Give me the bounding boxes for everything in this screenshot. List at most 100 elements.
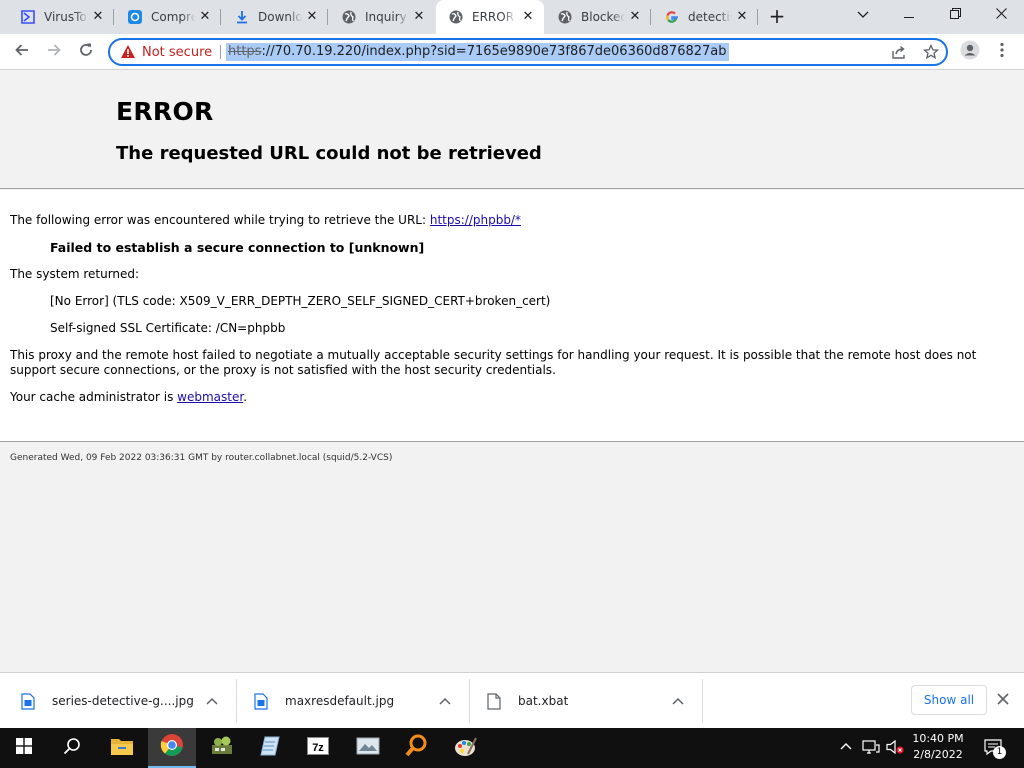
start-button[interactable] [0, 728, 48, 768]
tab-title: ERROR: [472, 10, 516, 24]
close-tab-icon[interactable]: ✕ [304, 9, 320, 25]
chevron-up-icon[interactable] [206, 695, 218, 708]
address-divider [220, 45, 221, 59]
tab-downloads[interactable]: Downlo ✕ [222, 0, 328, 34]
profile-button[interactable] [956, 38, 984, 66]
error-title-block: ERROR The requested URL could not be ret… [0, 71, 1024, 189]
tab-title: Inquiry [365, 10, 407, 24]
forward-button[interactable] [40, 38, 68, 66]
intro-text: The following error was encountered whil… [10, 213, 430, 227]
system-error-text: [No Error] (TLS code: X509_V_ERR_DEPTH_Z… [50, 294, 551, 308]
close-tab-icon[interactable]: ✕ [520, 9, 536, 25]
reload-button[interactable] [72, 38, 100, 66]
close-icon [997, 690, 1009, 709]
tab-separator [327, 9, 328, 25]
tab-separator [220, 9, 221, 25]
chevron-up-icon[interactable] [840, 739, 852, 753]
new-tab-button[interactable]: + [766, 6, 788, 28]
svg-text:7z: 7z [312, 742, 324, 754]
notification-count-badge: 1 [993, 746, 1006, 759]
close-tab-icon[interactable]: ✕ [197, 9, 213, 25]
download-filename: maxresdefault.jpg [285, 694, 395, 708]
restore-icon [949, 7, 961, 23]
download-filename: bat.xbat [518, 694, 569, 708]
page-subtitle: The requested URL could not be retrieved [116, 143, 542, 164]
volume-muted-icon[interactable] [886, 739, 904, 758]
menu-button[interactable] [988, 38, 1016, 66]
admin-suffix: . [243, 390, 248, 404]
notification-center-button[interactable]: 1 [984, 738, 1006, 759]
tab-search-button[interactable] [840, 0, 886, 30]
bookmark-star-icon[interactable] [922, 43, 940, 62]
share-icon[interactable] [890, 44, 908, 62]
windows-taskbar: 7z 10:40 PM 2/8/2022 1 [0, 728, 1024, 768]
close-icon [995, 7, 1007, 23]
taskbar-paint[interactable] [442, 728, 490, 768]
search-icon [63, 737, 81, 759]
tab-inquiry[interactable]: Inquiry ✕ [329, 0, 435, 34]
shield-icon [127, 9, 143, 25]
tab-compre[interactable]: Compre ✕ [115, 0, 221, 34]
arrow-right-icon [46, 42, 62, 63]
admin-text: Your cache administrator is [10, 390, 178, 404]
close-window-button[interactable] [978, 0, 1024, 30]
intro-paragraph: The following error was encountered whil… [10, 213, 521, 227]
network-tool-icon [210, 735, 234, 761]
minimize-button[interactable] [886, 0, 932, 30]
explanation-line-1: This proxy and the remote host failed to… [10, 348, 977, 362]
requested-url-link[interactable]: https://phpbb/* [430, 213, 521, 227]
taskbar-7zip[interactable]: 7z [294, 728, 342, 768]
error-details: The following error was encountered whil… [0, 190, 1024, 442]
download-separator [469, 679, 470, 723]
close-tab-icon[interactable]: ✕ [411, 9, 427, 25]
taskbar-file-explorer[interactable] [98, 728, 146, 768]
taskbar-magnifier[interactable] [392, 728, 440, 768]
globe-icon [448, 9, 464, 25]
taskbar-network-tool[interactable] [198, 728, 246, 768]
google-icon [664, 9, 680, 25]
tab-detective[interactable]: detectiv ✕ [652, 0, 758, 34]
tab-blocked[interactable]: Blocked ✕ [545, 0, 651, 34]
address-bar[interactable]: Not secure https://70.70.19.220/index.ph… [108, 38, 948, 66]
tab-title: Compre [151, 10, 195, 24]
close-download-shelf-button[interactable] [997, 690, 1009, 709]
network-icon[interactable] [862, 739, 880, 758]
system-clock[interactable]: 10:40 PM 2/8/2022 [906, 731, 970, 763]
close-tab-icon[interactable]: ✕ [734, 9, 750, 25]
admin-paragraph: Your cache administrator is webmaster. [10, 390, 247, 404]
taskbar-notepad[interactable] [246, 728, 294, 768]
globe-icon [341, 9, 357, 25]
chevron-up-icon[interactable] [672, 695, 684, 708]
download-item[interactable]: bat.xbat [486, 679, 696, 723]
tab-title: VirusTotal [44, 10, 88, 24]
virustotal-icon [20, 9, 36, 25]
close-tab-icon[interactable]: ✕ [627, 9, 643, 25]
download-shelf: series-detective-g....jpg maxresdefault.… [0, 672, 1024, 728]
tab-title: detectiv [688, 10, 732, 24]
reload-icon [78, 42, 94, 63]
minimize-icon [904, 7, 914, 23]
tab-error-active[interactable]: ERROR: ✕ [436, 0, 544, 34]
webmaster-link[interactable]: webmaster [177, 390, 243, 404]
globe-icon [557, 9, 573, 25]
taskbar-search-button[interactable] [48, 728, 96, 768]
url-text[interactable]: https://70.70.19.220/index.php?sid=7165e… [226, 43, 729, 61]
magnifier-icon [404, 734, 428, 762]
restore-button[interactable] [932, 0, 978, 30]
warning-icon [120, 44, 136, 63]
taskbar-chrome[interactable] [148, 728, 196, 768]
chevron-up-icon[interactable] [439, 695, 451, 708]
taskbar-image-viewer[interactable] [344, 728, 392, 768]
download-item[interactable]: maxresdefault.jpg [253, 679, 463, 723]
certificate-info: Self-signed SSL Certificate: /CN=phpbb [50, 321, 286, 335]
security-status-label[interactable]: Not secure [142, 45, 212, 60]
close-tab-icon[interactable]: ✕ [90, 9, 106, 25]
show-all-downloads-button[interactable]: Show all [911, 685, 987, 715]
image-file-icon [253, 692, 269, 710]
notepad-icon [259, 735, 281, 761]
back-button[interactable] [8, 38, 36, 66]
generated-footer: Generated Wed, 09 Feb 2022 03:36:31 GMT … [10, 453, 393, 463]
tab-virustotal[interactable]: VirusTotal ✕ [8, 0, 114, 34]
download-item[interactable]: series-detective-g....jpg [20, 679, 230, 723]
tab-separator [113, 9, 114, 25]
